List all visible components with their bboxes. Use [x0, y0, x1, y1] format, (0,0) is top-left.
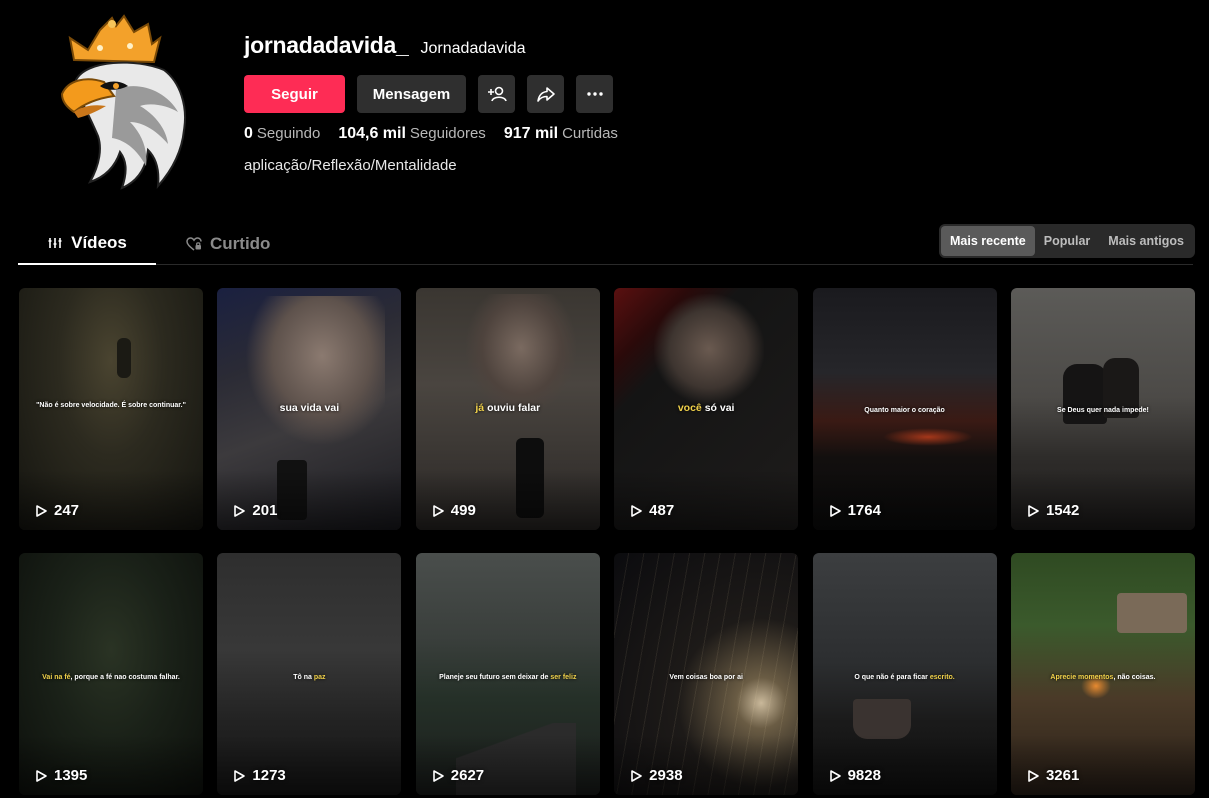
- video-caption: Aprecie momentos, não coisas.: [1050, 674, 1156, 681]
- video-caption: Se Deus quer nada impede!: [1057, 407, 1149, 414]
- runner-silhouette: [117, 338, 131, 378]
- video-card[interactable]: Aprecie momentos, não coisas. 3261: [1010, 553, 1195, 795]
- profile-avatar[interactable]: [56, 10, 196, 190]
- profile-actions: Seguir Mensagem: [244, 75, 618, 113]
- stat-likes: 917 mil Curtidas: [503, 125, 618, 142]
- view-count: 1764: [828, 502, 881, 519]
- video-card[interactable]: O que não é para ficar escrito. 9828: [812, 553, 997, 795]
- profile-nickname: Jornadadavida: [420, 40, 526, 57]
- video-card[interactable]: Quanto maior o coração 1764: [812, 288, 997, 530]
- video-caption: Tô na paz: [293, 674, 326, 681]
- speaker-face: [654, 294, 765, 404]
- sort-most-recent[interactable]: Mais recente: [941, 226, 1035, 256]
- speaker-face: [465, 294, 576, 414]
- video-card[interactable]: Tô na paz 1273: [217, 553, 402, 795]
- video-caption: você só vai: [677, 402, 735, 414]
- view-count: 9828: [828, 767, 881, 784]
- view-count: 201: [232, 502, 277, 519]
- cabin: [1116, 593, 1187, 633]
- video-caption: sua vida vai: [279, 402, 340, 414]
- more-options-button[interactable]: [576, 75, 613, 113]
- dog-silhouette: [1062, 364, 1107, 424]
- eagle-crown-logo-icon: [60, 14, 186, 190]
- sort-popular[interactable]: Popular: [1035, 226, 1100, 256]
- video-card[interactable]: Se Deus quer nada impede! 1542: [1010, 288, 1195, 530]
- view-count: 2938: [629, 767, 683, 784]
- video-card[interactable]: já ouviu falar 499: [415, 288, 600, 530]
- heart-lock-icon: [186, 236, 202, 251]
- play-icon: [234, 769, 246, 782]
- view-count: 2627: [431, 767, 484, 784]
- play-icon: [432, 769, 444, 782]
- sunset-glow: [882, 428, 973, 446]
- tab-liked[interactable]: Curtido: [186, 222, 270, 265]
- video-caption: Vem coisas boa por ai: [669, 674, 743, 681]
- view-count: 499: [431, 502, 476, 519]
- video-card[interactable]: sua vida vai 201: [217, 288, 402, 530]
- tab-videos[interactable]: Vídeos: [18, 222, 156, 265]
- view-count: 3261: [1026, 767, 1079, 784]
- share-profile-button[interactable]: [527, 75, 564, 113]
- video-caption: "Não é sobre velocidade. É sobre continu…: [36, 402, 186, 409]
- play-icon: [1028, 504, 1039, 517]
- video-card[interactable]: "Não é sobre velocidade. É sobre continu…: [19, 288, 203, 530]
- view-count: 1542: [1026, 502, 1079, 519]
- view-count: 1273: [232, 767, 286, 784]
- profile-bio: aplicação/Reflexão/Mentalidade: [244, 157, 457, 174]
- video-caption: Quanto maior o coração: [864, 407, 945, 414]
- video-card[interactable]: Vem coisas boa por ai 2938: [614, 553, 799, 795]
- video-card[interactable]: Planeje seu futuro sem deixar de ser fel…: [415, 553, 600, 795]
- stat-following[interactable]: 0 Seguindo: [244, 125, 320, 143]
- follow-button[interactable]: Seguir: [244, 75, 345, 113]
- video-caption: já ouviu falar: [475, 402, 541, 414]
- message-button[interactable]: Mensagem: [357, 75, 466, 113]
- play-icon: [829, 504, 841, 517]
- view-count: 487: [629, 502, 674, 519]
- sort-toggle: Mais recente Popular Mais antigos: [939, 224, 1195, 258]
- coffee-cup: [852, 699, 911, 739]
- video-caption: Planeje seu futuro sem deixar de ser fel…: [439, 674, 577, 681]
- play-icon: [631, 504, 642, 517]
- sort-oldest[interactable]: Mais antigos: [1099, 226, 1193, 256]
- play-icon: [1028, 769, 1039, 782]
- stat-followers[interactable]: 104,6 mil Seguidores: [338, 125, 486, 143]
- view-count: 1395: [34, 767, 87, 784]
- grid-bars-icon: [48, 237, 62, 248]
- profile-header: jornadadavida_ Jornadadavida Seguir Mens…: [244, 32, 618, 174]
- play-icon: [234, 504, 246, 517]
- video-caption: Vai na fé, porque a fé nao costuma falha…: [42, 674, 180, 681]
- view-count: 247: [34, 502, 79, 519]
- video-caption: O que não é para ficar escrito.: [854, 674, 955, 681]
- ellipsis-icon: [586, 92, 603, 96]
- video-card[interactable]: você só vai 487: [614, 288, 799, 530]
- profile-username: jornadadavida_: [244, 32, 409, 58]
- video-grid: "Não é sobre velocidade. É sobre continu…: [19, 288, 1195, 795]
- profile-stats: 0 Seguindo 104,6 mil Seguidores 917 mil Cur…: [244, 125, 618, 143]
- speaker-face: [245, 296, 386, 446]
- video-card[interactable]: Vai na fé, porque a fé nao costuma falha…: [19, 553, 203, 795]
- play-icon: [631, 769, 642, 782]
- play-icon: [829, 769, 841, 782]
- share-icon: [536, 87, 555, 102]
- play-icon: [432, 504, 444, 517]
- suggested-accounts-button[interactable]: [478, 75, 515, 113]
- play-icon: [36, 504, 47, 517]
- add-user-icon: [487, 86, 507, 102]
- play-icon: [36, 769, 47, 782]
